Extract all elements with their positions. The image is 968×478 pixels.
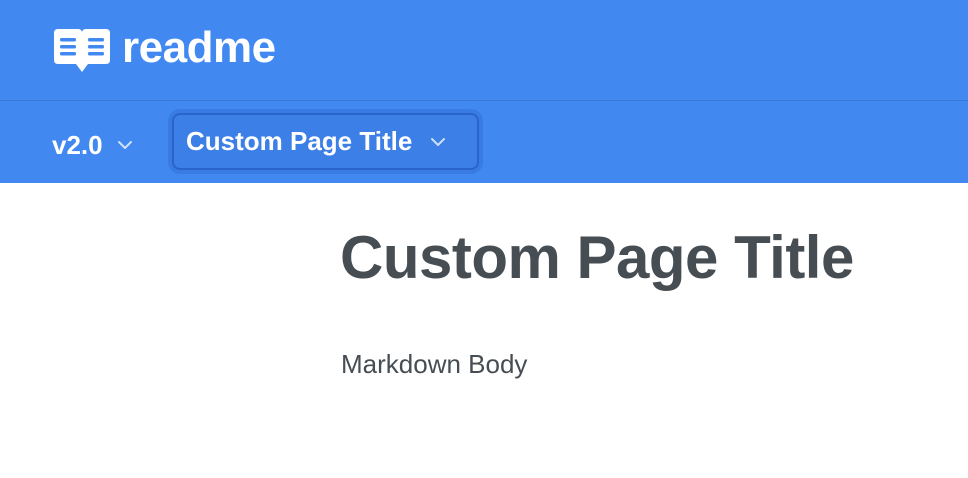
top-header: readme v2.0 Custom Page Title — [0, 0, 968, 183]
chevron-down-icon — [117, 141, 132, 149]
book-icon — [54, 29, 110, 72]
logo-link[interactable]: readme — [52, 23, 276, 73]
page-title: Custom Page Title — [340, 224, 854, 291]
brand-name: readme — [122, 23, 276, 72]
version-label: v2.0 — [52, 129, 103, 160]
subnav: v2.0 Custom Page Title — [0, 101, 968, 183]
markdown-body: Markdown Body — [341, 349, 528, 379]
page-dropdown-label: Custom Page Title — [186, 126, 413, 156]
main-content: Custom Page Title Markdown Body — [0, 183, 968, 478]
page-dropdown[interactable]: Custom Page Title — [172, 113, 479, 170]
version-dropdown[interactable]: v2.0 — [52, 125, 133, 165]
chevron-down-icon — [431, 137, 446, 146]
brand-bar: readme — [0, 0, 968, 101]
